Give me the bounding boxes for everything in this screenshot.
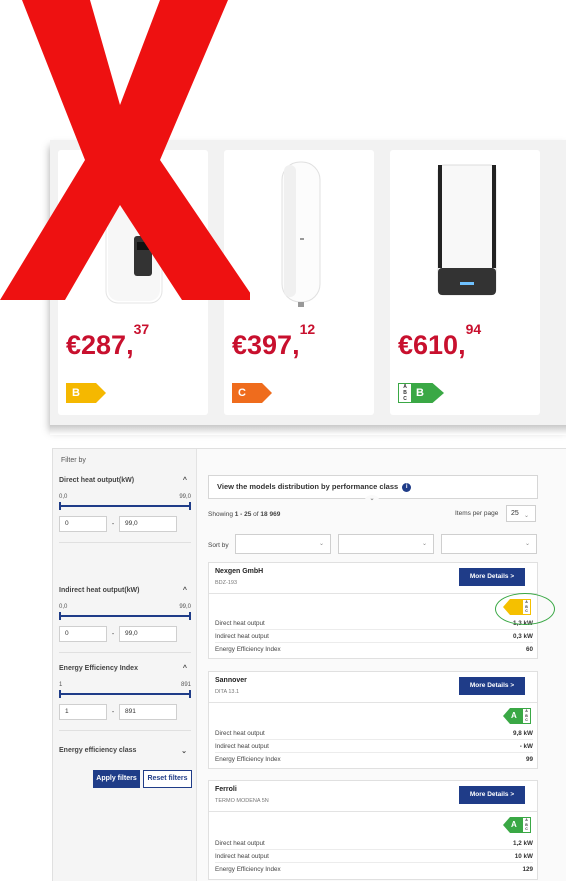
- chevron-down-icon: ⌄: [524, 541, 530, 547]
- range-slider[interactable]: [59, 690, 191, 698]
- range-slider[interactable]: [59, 502, 191, 510]
- chevron-down-icon: ⌄: [421, 541, 427, 547]
- spec-row: Direct heat output 1,2 kW: [215, 840, 533, 850]
- product-price: €287,37: [66, 321, 150, 360]
- slider-min-handle[interactable]: [59, 690, 61, 698]
- product-price: €397,12: [232, 321, 316, 360]
- energy-class-tag: B: [66, 383, 106, 403]
- energy-label-icon[interactable]: AABC: [503, 817, 531, 833]
- distribution-toggle[interactable]: View the models distribution by performa…: [208, 475, 538, 505]
- energy-label-icon[interactable]: AABC: [503, 708, 531, 724]
- more-details-button[interactable]: More Details >: [459, 677, 525, 695]
- product-brand: Nexgen GmbH: [215, 568, 264, 575]
- filter-direct-heat: Direct heat output(kW) ^ 0,0 99,0 0 - 99,…: [59, 477, 191, 543]
- filter-sidebar: Filter by Direct heat output(kW) ^ 0,0 99…: [53, 449, 197, 881]
- max-input[interactable]: 99,0: [119, 626, 177, 642]
- slider-max-handle[interactable]: [189, 690, 191, 698]
- sort-select-3[interactable]: ⌄: [441, 534, 537, 554]
- min-input[interactable]: 0: [59, 516, 107, 532]
- slider-min-handle[interactable]: [59, 502, 61, 510]
- filter-title: Filter by: [61, 457, 86, 464]
- product-price: €610,94: [398, 321, 482, 360]
- water-heater-image: [281, 161, 321, 307]
- filter-section-header[interactable]: Energy Efficiency Index ^: [59, 665, 191, 672]
- results-count: Showing 1 - 25 of 18 969: [208, 511, 281, 518]
- range-slider[interactable]: [59, 612, 191, 620]
- search-results-screen: Filter by Direct heat output(kW) ^ 0,0 99…: [52, 448, 566, 881]
- product-result: Sannover DITA 13.1 More Details > AABC D…: [208, 671, 538, 769]
- reset-filters-button[interactable]: Reset filters: [143, 770, 192, 788]
- product-cards-panel: €287,37 B €397,12 C €610,94 ABC B: [50, 140, 566, 435]
- product-result: Nexgen GmbH BDZ-193 More Details > ABC D…: [208, 562, 538, 659]
- min-input[interactable]: 1: [59, 704, 107, 720]
- slider-min-handle[interactable]: [59, 612, 61, 620]
- results-area: View the models distribution by performa…: [208, 449, 563, 881]
- spec-row: Direct heat output 9,8 kW: [215, 730, 533, 740]
- min-input[interactable]: 0: [59, 626, 107, 642]
- range-labels: 0,0 99,0: [59, 494, 191, 500]
- sort-select-1[interactable]: ⌄: [235, 534, 331, 554]
- product-card[interactable]: €397,12 C: [224, 150, 374, 415]
- spec-row: Energy Efficiency Index 60: [215, 646, 533, 653]
- chevron-down-icon: ⌄: [523, 513, 529, 519]
- spec-row: Indirect heat output - kW: [215, 743, 533, 753]
- energy-class-tag: ABC B: [398, 383, 444, 403]
- sort-select-2[interactable]: ⌄: [338, 534, 434, 554]
- filter-energy-class[interactable]: Energy efficiency class ⌄: [59, 747, 191, 755]
- product-card[interactable]: €287,37 B: [58, 150, 208, 415]
- chevron-up-icon[interactable]: ^: [183, 665, 187, 672]
- more-details-button[interactable]: More Details >: [459, 568, 525, 586]
- range-inputs: 1 - 891: [59, 704, 191, 720]
- chevron-down-icon[interactable]: ⌄: [365, 495, 379, 505]
- slider-max-handle[interactable]: [189, 612, 191, 620]
- filter-eei: Energy Efficiency Index ^ 1 891 1 - 891: [59, 665, 191, 731]
- filter-section-header[interactable]: Direct heat output(kW) ^: [59, 477, 191, 484]
- product-model: BDZ-193: [215, 580, 238, 586]
- product-brand: Sannover: [215, 677, 247, 684]
- product-brand: Ferroli: [215, 786, 237, 793]
- range-labels: 0,0 99,0: [59, 604, 191, 610]
- filter-section-header[interactable]: Indirect heat output(kW) ^: [59, 587, 191, 594]
- apply-filters-button[interactable]: Apply filters: [93, 770, 140, 788]
- sort-by-label: Sort by: [208, 542, 229, 549]
- energy-class-tag: C: [232, 383, 272, 403]
- range-inputs: 0 - 99,0: [59, 626, 191, 642]
- spec-row: Indirect heat output 10 kW: [215, 853, 533, 863]
- slider-max-handle[interactable]: [189, 502, 191, 510]
- chevron-down-icon: ⌄: [318, 541, 324, 547]
- spec-row: Energy Efficiency Index 99: [215, 756, 533, 763]
- energy-scale-icon: ABC: [399, 384, 411, 402]
- more-details-button[interactable]: More Details >: [459, 786, 525, 804]
- product-model: TERMO MODENA 5N: [215, 798, 269, 804]
- items-per-page-label: Items per page: [455, 510, 499, 517]
- filter-indirect-heat: Indirect heat output(kW) ^ 0,0 99,0 0 - 9…: [59, 587, 191, 653]
- product-result: Ferroli TERMO MODENA 5N More Details > A…: [208, 780, 538, 880]
- chevron-up-icon[interactable]: ^: [183, 587, 187, 594]
- product-card[interactable]: €610,94 ABC B: [390, 150, 540, 415]
- chevron-down-icon[interactable]: ⌄: [181, 747, 187, 755]
- highlight-circle: [495, 593, 555, 625]
- water-heater-image: [105, 177, 163, 304]
- spec-row: Energy Efficiency Index 129: [215, 866, 533, 873]
- items-per-page-select[interactable]: 25 ⌄: [506, 505, 536, 522]
- info-icon[interactable]: i: [402, 482, 412, 492]
- range-labels: 1 891: [59, 682, 191, 688]
- water-heater-image: [437, 164, 497, 296]
- chevron-up-icon[interactable]: ^: [183, 477, 187, 484]
- product-model: DITA 13.1: [215, 689, 240, 695]
- range-inputs: 0 - 99,0: [59, 516, 191, 532]
- max-input[interactable]: 99,0: [119, 516, 177, 532]
- panel-shadow: [50, 425, 566, 435]
- spec-row: Direct heat output 1,3 kW: [215, 620, 533, 630]
- spec-row: Indirect heat output 0,3 kW: [215, 633, 533, 643]
- max-input[interactable]: 891: [119, 704, 177, 720]
